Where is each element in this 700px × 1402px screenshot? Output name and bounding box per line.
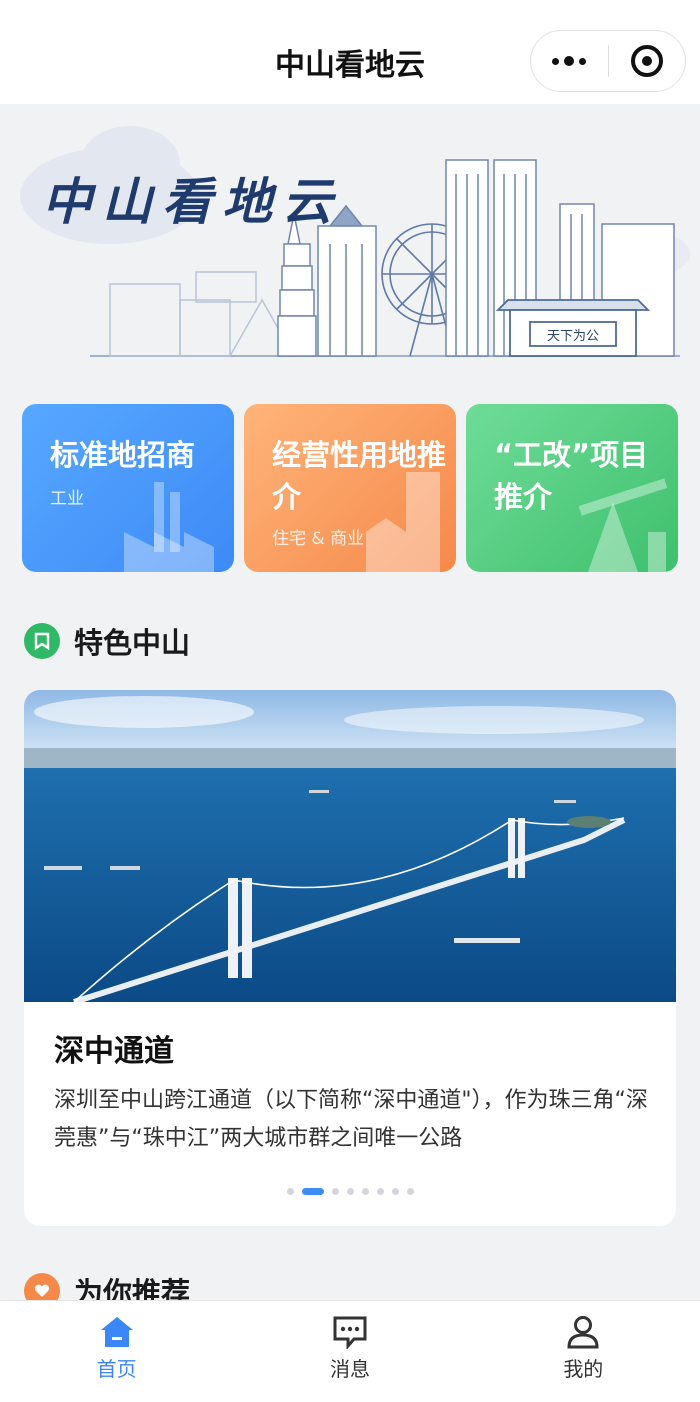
carousel-pager[interactable] (24, 1188, 676, 1195)
pager-dot[interactable] (331, 1188, 339, 1195)
gate-plaque-text: 天下为公 (547, 329, 599, 344)
tab-label: 首页 (96, 1357, 137, 1381)
card-title: 标准地招商 (50, 438, 196, 472)
message-icon (333, 1316, 367, 1349)
oil-pump-icon (578, 478, 668, 572)
featured-description: 深圳至中山跨江通道（以下简称“深中通道"），作为珠三角“深莞惠”与“珠中江”两大… (54, 1088, 648, 1151)
target-close-icon (630, 45, 663, 77)
bottom-tab-bar: 首页 消息 我的 (0, 1300, 700, 1402)
building-icon (366, 472, 440, 572)
app-logo-calligraphy: 中山看地云 (42, 172, 342, 231)
bookmark-icon (24, 623, 60, 659)
pager-dot[interactable] (391, 1188, 399, 1195)
pager-dot[interactable] (301, 1188, 324, 1195)
top-navigation-bar: 中山看地云 (0, 0, 700, 104)
more-button[interactable] (531, 31, 608, 91)
factory-icon (124, 482, 214, 572)
tab-profile[interactable]: 我的 (467, 1301, 700, 1402)
pager-dot[interactable] (406, 1188, 414, 1195)
card-subtitle: 工业 (50, 489, 84, 509)
pager-dot[interactable] (361, 1188, 369, 1195)
more-dots-icon (552, 56, 587, 66)
card-industrial-renewal[interactable]: “工改”项目推介 (466, 404, 678, 572)
bridge-photo (24, 690, 676, 1002)
pager-dot[interactable] (346, 1188, 354, 1195)
tab-label: 我的 (563, 1357, 604, 1381)
tab-messages[interactable]: 消息 (233, 1301, 466, 1402)
tab-label: 消息 (329, 1357, 370, 1381)
close-button[interactable] (609, 31, 686, 91)
home-icon (100, 1317, 133, 1347)
city-skyline-illustration: 天下为公 (20, 126, 690, 357)
hero-banner: 天下为公 中山看地云 (0, 104, 700, 384)
pager-dot[interactable] (376, 1188, 384, 1195)
pager-dot[interactable] (286, 1188, 294, 1195)
section-title: 特色中山 (74, 626, 191, 660)
card-standard-land[interactable]: 标准地招商 工业 (22, 404, 234, 572)
section-header-featured: 特色中山 (24, 620, 190, 662)
featured-carousel-card[interactable]: 深中通道 深圳至中山跨江通道（以下简称“深中通道"），作为珠三角“深莞惠”与“珠… (24, 690, 676, 1226)
card-commercial-land[interactable]: 经营性用地推介 住宅 & 商业 (244, 404, 456, 572)
profile-icon (567, 1316, 599, 1349)
tab-home[interactable]: 首页 (0, 1301, 233, 1402)
category-cards: 标准地招商 工业 经营性用地推介 住宅 & 商业 “工改”项目推介 (22, 404, 678, 572)
mini-program-capsule (530, 30, 686, 92)
featured-title: 深中通道 (54, 1034, 174, 1069)
